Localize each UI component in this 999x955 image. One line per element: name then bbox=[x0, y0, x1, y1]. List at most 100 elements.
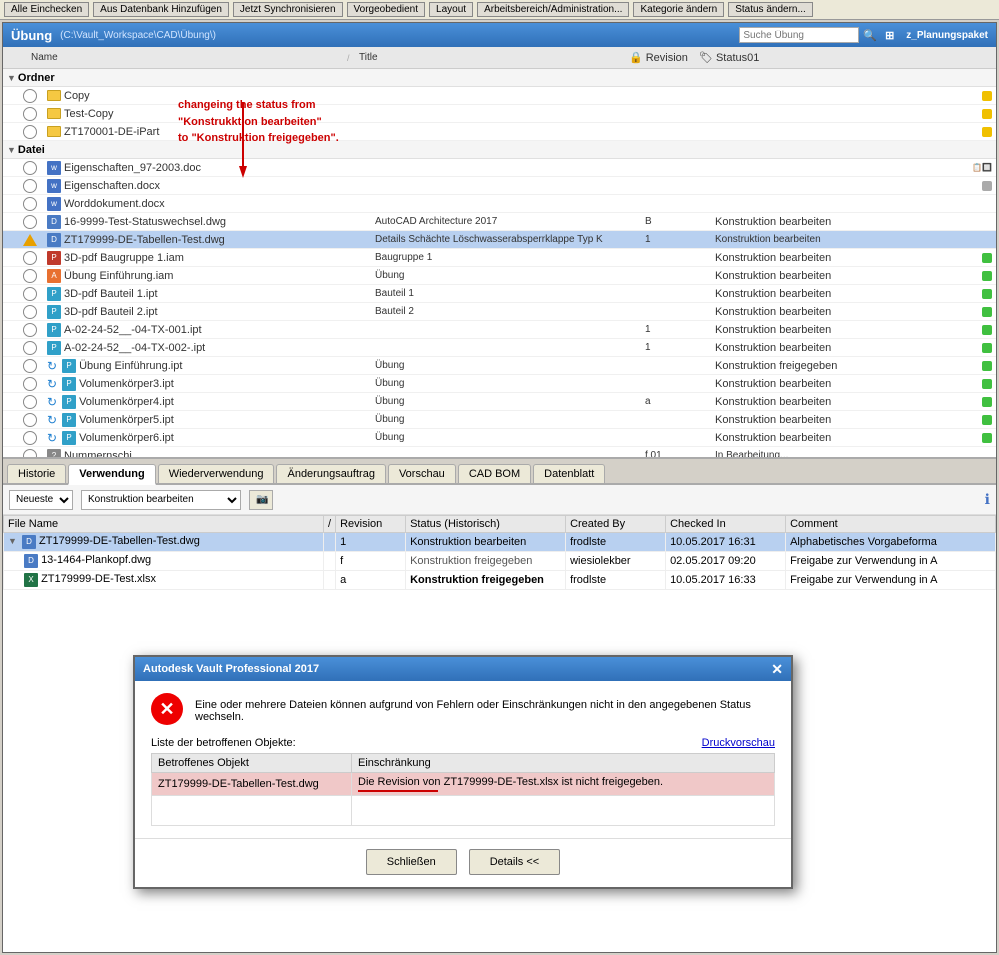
group-datei: ▼ Datei bbox=[3, 141, 996, 159]
checkbox[interactable] bbox=[23, 197, 37, 211]
file-title: Übung bbox=[375, 360, 645, 371]
tab-historie[interactable]: Historie bbox=[7, 464, 66, 483]
dialog-details-button[interactable]: Details << bbox=[469, 849, 561, 875]
dialog-print-preview-link[interactable]: Druckvorschau bbox=[702, 737, 775, 749]
list-item[interactable]: P A-02-24-52__-04-TX-001.ipt 1 Konstrukt… bbox=[3, 321, 996, 339]
checkbox[interactable] bbox=[23, 341, 37, 355]
filter-snapshot-button[interactable]: 📷 bbox=[249, 490, 273, 510]
ipt-icon: P bbox=[62, 359, 76, 373]
checkbox[interactable] bbox=[23, 161, 37, 175]
list-item[interactable]: Copy bbox=[3, 87, 996, 105]
list-item[interactable]: D 16-9999-Test-Statuswechsel.dwg AutoCAD… bbox=[3, 213, 996, 231]
list-item[interactable]: ↻ P Volumenkörper6.ipt Übung Konstruktio… bbox=[3, 429, 996, 447]
file-name: Volumenkörper3.ipt bbox=[79, 378, 174, 390]
list-item[interactable]: ↻ P Übung Einführung.ipt Übung Konstrukt… bbox=[3, 357, 996, 375]
table-row[interactable]: X ZT179999-DE-Test.xlsx a Konstruktion f… bbox=[4, 571, 996, 590]
list-item[interactable]: P A-02-24-52__-04-TX-002-.ipt 1 Konstruk… bbox=[3, 339, 996, 357]
toolbar-btn-vorge[interactable]: Vorgeobedient bbox=[347, 2, 426, 17]
checkbox[interactable] bbox=[23, 305, 37, 319]
doc-icon: w bbox=[47, 179, 61, 193]
tab-wiederverwendung[interactable]: Wiederverwendung bbox=[158, 464, 275, 483]
list-item[interactable]: ZT170001-DE-iPart bbox=[3, 123, 996, 141]
checkbox[interactable] bbox=[23, 89, 37, 103]
toolbar-btn-sync[interactable]: Jetzt Synchronisieren bbox=[233, 2, 343, 17]
file-name: Übung Einführung.iam bbox=[64, 270, 173, 282]
list-item[interactable]: ↻ P Volumenkörper3.ipt Übung Konstruktio… bbox=[3, 375, 996, 393]
planungspaket-label: z_Planungspaket bbox=[906, 30, 988, 41]
search-input[interactable] bbox=[739, 27, 859, 43]
tab-vorschau[interactable]: Vorschau bbox=[388, 464, 456, 483]
list-item[interactable]: w Worddokument.docx bbox=[3, 195, 996, 213]
group-datei-expand[interactable]: ▼ bbox=[7, 145, 16, 155]
dialog-close-button[interactable]: ✕ bbox=[771, 661, 783, 678]
view-icon[interactable]: ⊞ bbox=[885, 29, 894, 42]
list-item[interactable]: w Eigenschaften_97-2003.doc 📋🔲 bbox=[3, 159, 996, 177]
file-status: Konstruktion bearbeiten bbox=[715, 234, 992, 245]
tab-aenderungsauftrag[interactable]: Änderungsauftrag bbox=[276, 464, 385, 483]
list-item[interactable]: ↻ P Volumenkörper4.ipt Übung a Konstrukt… bbox=[3, 393, 996, 411]
checkbox[interactable] bbox=[23, 251, 37, 265]
checkbox[interactable] bbox=[23, 179, 37, 193]
checkbox[interactable] bbox=[23, 377, 37, 391]
checkbox[interactable] bbox=[23, 215, 37, 229]
file-status: Konstruktion bearbeiten bbox=[715, 270, 831, 282]
search-icon[interactable]: 🔍 bbox=[863, 29, 877, 42]
list-item[interactable]: A Übung Einführung.iam Übung Konstruktio… bbox=[3, 267, 996, 285]
expand-icon[interactable]: ▼ bbox=[8, 536, 17, 546]
list-item-selected[interactable]: D ZT179999-DE-Tabellen-Test.dwg Details … bbox=[3, 231, 996, 249]
ipt-icon: P bbox=[47, 323, 61, 337]
group-datei-label: Datei bbox=[18, 144, 45, 156]
filter-neueste-select[interactable]: Neueste bbox=[9, 490, 73, 510]
cell-comment: Freigabe zur Verwendung in A bbox=[786, 571, 996, 590]
filter-status-select[interactable]: Konstruktion bearbeiten bbox=[81, 490, 241, 510]
app-title: Übung bbox=[11, 28, 52, 43]
file-status: Konstruktion bearbeiten bbox=[715, 324, 831, 336]
toolbar-btn-admin[interactable]: Arbeitsbereich/Administration... bbox=[477, 2, 629, 17]
tab-cad-bom[interactable]: CAD BOM bbox=[458, 464, 531, 483]
list-item[interactable]: w Eigenschaften.docx bbox=[3, 177, 996, 195]
table-row[interactable]: D 13-1464-Plankopf.dwg f Konstruktion fr… bbox=[4, 552, 996, 571]
col-filename-header: File Name bbox=[4, 516, 324, 533]
list-item[interactable]: ↻ P Volumenkörper5.ipt Übung Konstruktio… bbox=[3, 411, 996, 429]
toolbar-btn-checkin[interactable]: Alle Einchecken bbox=[4, 2, 89, 17]
checkbox[interactable] bbox=[23, 413, 37, 427]
col-name-header: Name bbox=[27, 52, 347, 63]
checkbox[interactable] bbox=[23, 395, 37, 409]
col-sep: / bbox=[324, 516, 336, 533]
file-status: Konstruktion bearbeiten bbox=[715, 414, 831, 426]
checkbox[interactable] bbox=[23, 269, 37, 283]
status-dot bbox=[982, 433, 992, 443]
toolbar-btn-status[interactable]: Status ändern... bbox=[728, 2, 813, 17]
checkbox[interactable] bbox=[23, 359, 37, 373]
file-title: Übung bbox=[375, 414, 645, 425]
checkbox[interactable] bbox=[23, 449, 37, 460]
file-status: Konstruktion bearbeiten bbox=[715, 342, 831, 354]
tab-verwendung[interactable]: Verwendung bbox=[68, 464, 155, 485]
file-status: Konstruktion bearbeiten bbox=[715, 432, 831, 444]
checkbox[interactable] bbox=[23, 107, 37, 121]
file-title: Bauteil 2 bbox=[375, 306, 645, 317]
list-item[interactable]: ? Nummernschi... f.01 In Bearbeitung... bbox=[3, 447, 996, 459]
tab-datenblatt[interactable]: Datenblatt bbox=[533, 464, 605, 483]
list-item[interactable]: P 3D-pdf Baugruppe 1.iam Baugruppe 1 Kon… bbox=[3, 249, 996, 267]
file-title: Details Schächte Löschwasserabsperrklapp… bbox=[375, 234, 645, 245]
list-item[interactable]: P 3D-pdf Bauteil 1.ipt Bauteil 1 Konstru… bbox=[3, 285, 996, 303]
list-item[interactable]: Test-Copy bbox=[3, 105, 996, 123]
table-row[interactable]: ▼ D ZT179999-DE-Tabellen-Test.dwg 1 Kons… bbox=[4, 533, 996, 552]
checkbox[interactable] bbox=[23, 287, 37, 301]
checkbox[interactable] bbox=[23, 125, 37, 139]
status-dot bbox=[982, 109, 992, 119]
cell-filename: X ZT179999-DE-Test.xlsx bbox=[4, 571, 324, 590]
toolbar-btn-kategorie[interactable]: Kategorie ändern bbox=[633, 2, 724, 17]
status-dot bbox=[982, 181, 992, 191]
group-ordner-expand[interactable]: ▼ bbox=[7, 73, 16, 83]
toolbar-btn-add[interactable]: Aus Datenbank Hinzufügen bbox=[93, 2, 229, 17]
dialog-message-area: ✕ Eine oder mehrere Dateien können aufgr… bbox=[151, 693, 775, 725]
toolbar-btn-layout[interactable]: Layout bbox=[429, 2, 473, 17]
checkbox[interactable] bbox=[23, 431, 37, 445]
dialog-close-button[interactable]: Schließen bbox=[366, 849, 457, 875]
list-item[interactable]: P 3D-pdf Bauteil 2.ipt Bauteil 2 Konstru… bbox=[3, 303, 996, 321]
warning-triangle-icon bbox=[23, 234, 37, 246]
dialog-title-text: Autodesk Vault Professional 2017 bbox=[143, 663, 319, 675]
checkbox[interactable] bbox=[23, 323, 37, 337]
